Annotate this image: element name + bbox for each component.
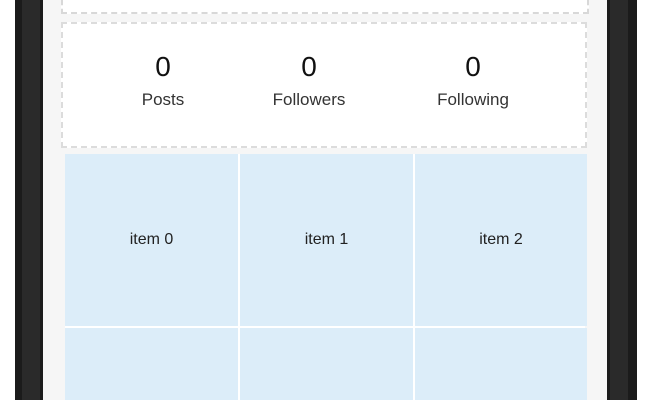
phone-bezel-right-edge (610, 0, 628, 400)
grid-item[interactable] (65, 328, 238, 400)
grid-item[interactable]: item 1 (240, 154, 413, 326)
stat-followers[interactable]: 0 Followers (249, 50, 369, 110)
stat-following[interactable]: 0 Following (413, 50, 533, 110)
device-frame: 0 Posts 0 Followers 0 Following item 0 i… (0, 0, 650, 400)
posts-grid: item 0 item 1 item 2 (65, 154, 587, 400)
grid-item[interactable]: item 0 (65, 154, 238, 326)
grid-item[interactable]: item 2 (415, 154, 587, 326)
followers-label: Followers (272, 90, 346, 109)
profile-stats-card: 0 Posts 0 Followers 0 Following (61, 22, 587, 148)
grid-item[interactable] (415, 328, 587, 400)
phone-bezel-left-edge (22, 0, 40, 400)
posts-label: Posts (141, 90, 185, 109)
following-count: 0 (465, 51, 481, 82)
following-label: Following (437, 90, 509, 109)
header-card (61, 0, 589, 14)
grid-item[interactable] (240, 328, 413, 400)
posts-count: 0 (155, 51, 171, 82)
stat-posts[interactable]: 0 Posts (103, 50, 223, 110)
followers-count: 0 (301, 51, 317, 82)
app-screen: 0 Posts 0 Followers 0 Following item 0 i… (43, 0, 607, 400)
